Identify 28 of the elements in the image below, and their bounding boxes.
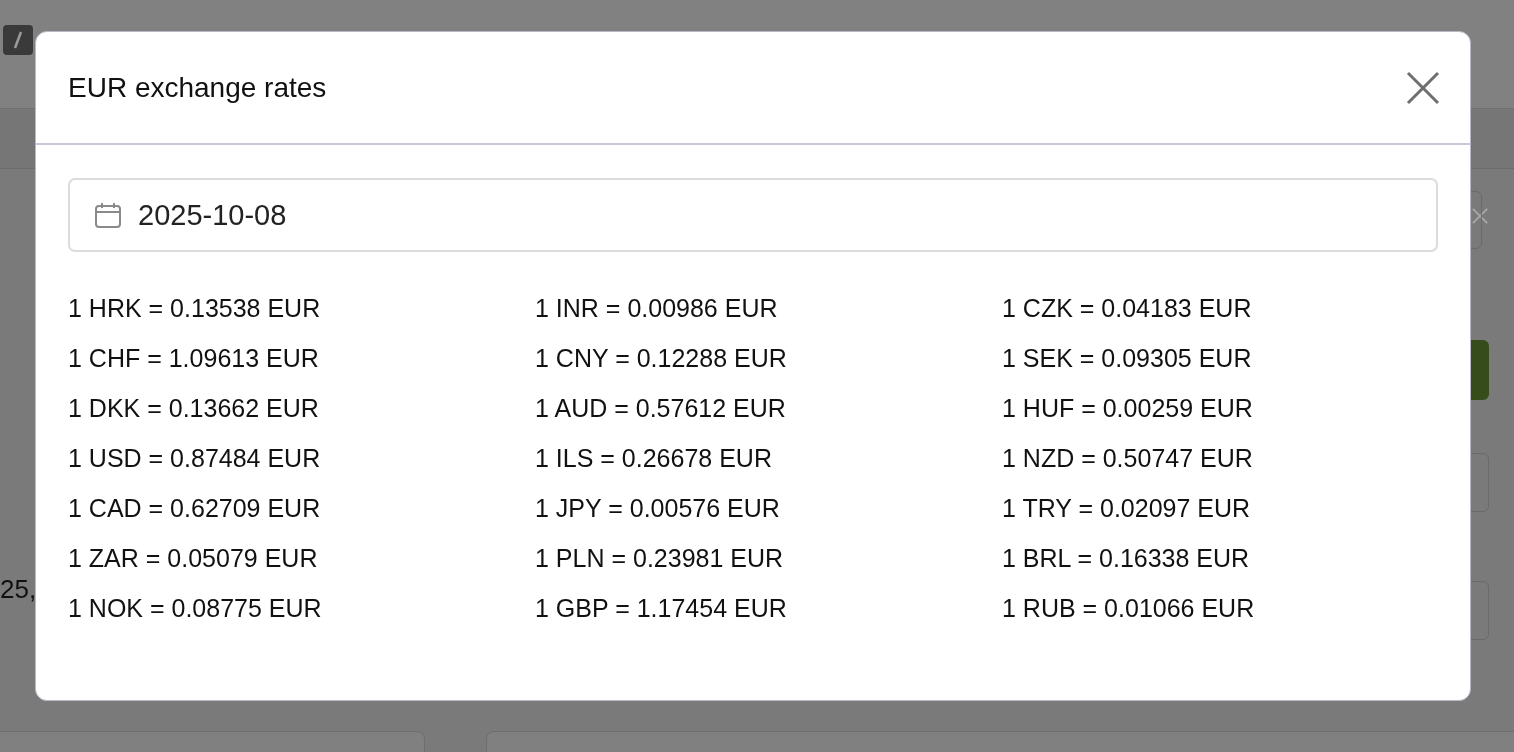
rate-text: 1 TRY = 0.02097 EUR (1002, 494, 1252, 523)
close-button[interactable] (1406, 70, 1440, 105)
rate-text: 1 CAD = 0.62709 EUR (68, 494, 322, 523)
rate-text: 1 INR = 0.00986 EUR (535, 294, 779, 323)
rate-text: 1 DKK = 0.13662 EUR (68, 394, 320, 423)
amount-text: 25, (0, 574, 37, 605)
rate-text: 1 HUF = 0.00259 EUR (1002, 394, 1254, 423)
rate-text: 1 CZK = 0.04183 EUR (1002, 294, 1253, 323)
date-value: 2025-10-08 (138, 198, 287, 232)
rate-text: 1 USD = 0.87484 EUR (68, 444, 322, 473)
rate-text: 1 NZD = 0.50747 EUR (1002, 444, 1254, 473)
rate-text: 1 HRK = 0.13538 EUR (68, 294, 322, 323)
rate-text: 1 BRL = 0.16338 EUR (1002, 544, 1251, 573)
rate-text: 1 JPY = 0.00576 EUR (535, 494, 781, 523)
rate-text: 1 GBP = 1.17454 EUR (535, 594, 788, 623)
slash-icon[interactable] (3, 25, 33, 55)
date-field[interactable]: 2025-10-08 (68, 178, 1438, 252)
calendar-icon (94, 201, 122, 229)
rate-text: 1 SEK = 0.09305 EUR (1002, 344, 1253, 373)
dialog-title: EUR exchange rates (68, 71, 327, 104)
rate-text: 1 ZAR = 0.05079 EUR (68, 544, 319, 573)
rate-text: 1 NOK = 0.08775 EUR (68, 594, 323, 623)
rate-text: 1 PLN = 0.23981 EUR (535, 544, 785, 573)
rate-text: 1 AUD = 0.57612 EUR (535, 394, 787, 423)
rate-text: 1 CHF = 1.09613 EUR (68, 344, 320, 373)
rate-text: 1 ILS = 0.26678 EUR (535, 444, 773, 473)
rate-text: 1 RUB = 0.01066 EUR (1002, 594, 1256, 623)
rate-text: 1 CNY = 0.12288 EUR (535, 344, 788, 373)
